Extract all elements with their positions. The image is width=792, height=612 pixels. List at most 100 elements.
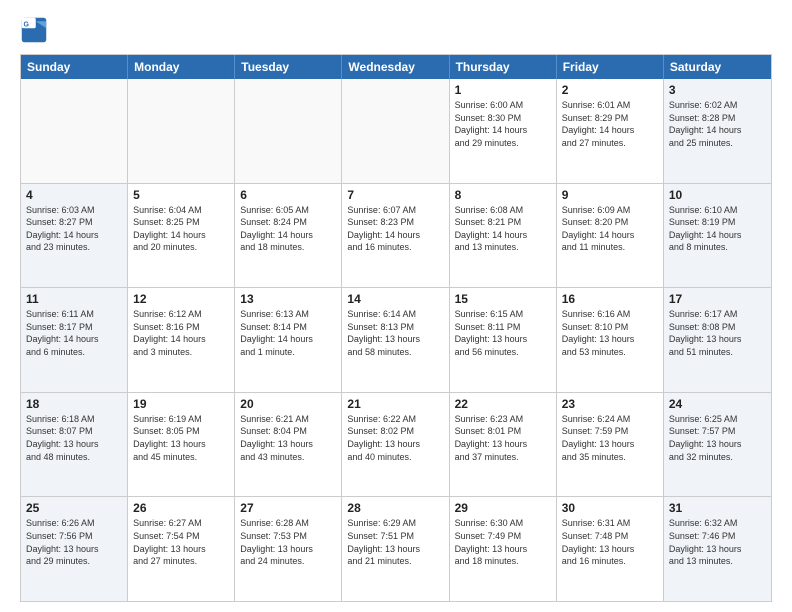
- day-info: Sunrise: 6:27 AM Sunset: 7:54 PM Dayligh…: [133, 517, 229, 567]
- day-cell-13: 13 Sunrise: 6:13 AM Sunset: 8:14 PM Dayli…: [235, 288, 342, 392]
- day-number: 13: [240, 292, 336, 306]
- day-info: Sunrise: 6:07 AM Sunset: 8:23 PM Dayligh…: [347, 204, 443, 254]
- day-number: 23: [562, 397, 658, 411]
- day-number: 4: [26, 188, 122, 202]
- day-info: Sunrise: 6:22 AM Sunset: 8:02 PM Dayligh…: [347, 413, 443, 463]
- day-cell-19: 19Sunrise: 6:19 AM Sunset: 8:05 PM Dayli…: [128, 393, 235, 497]
- day-info: Sunrise: 6:03 AM Sunset: 8:27 PM Dayligh…: [26, 204, 122, 254]
- day-number: 6: [240, 188, 336, 202]
- day-cell-20: 20 Sunrise: 6:21 AM Sunset: 8:04 PM Dayli…: [235, 393, 342, 497]
- day-number: 26: [133, 501, 229, 515]
- day-cell-23: 23Sunrise: 6:24 AM Sunset: 7:59 PM Dayli…: [557, 393, 664, 497]
- svg-text:G: G: [24, 22, 30, 29]
- day-cell-14: 14 Sunrise: 6:14 AM Sunset: 8:13 PM Dayli…: [342, 288, 449, 392]
- calendar-row-4: 25 Sunrise: 6:26 AM Sunset: 7:56 PM Dayli…: [21, 496, 771, 601]
- calendar: SundayMondayTuesdayWednesdayThursdayFrid…: [20, 54, 772, 602]
- day-info: Sunrise: 6:10 AM Sunset: 8:19 PM Dayligh…: [669, 204, 766, 254]
- day-cell-5: 5 Sunrise: 6:04 AM Sunset: 8:25 PM Daylig…: [128, 184, 235, 288]
- day-number: 22: [455, 397, 551, 411]
- day-cell-29: 29Sunrise: 6:30 AM Sunset: 7:49 PM Dayli…: [450, 497, 557, 601]
- empty-cell: [342, 79, 449, 183]
- day-cell-10: 10 Sunrise: 6:10 AM Sunset: 8:19 PM Dayli…: [664, 184, 771, 288]
- calendar-row-2: 11Sunrise: 6:11 AM Sunset: 8:17 PM Dayli…: [21, 287, 771, 392]
- day-cell-30: 30 Sunrise: 6:31 AM Sunset: 7:48 PM Dayli…: [557, 497, 664, 601]
- day-info: Sunrise: 6:18 AM Sunset: 8:07 PM Dayligh…: [26, 413, 122, 463]
- day-info: Sunrise: 6:21 AM Sunset: 8:04 PM Dayligh…: [240, 413, 336, 463]
- day-info: Sunrise: 6:11 AM Sunset: 8:17 PM Dayligh…: [26, 308, 122, 358]
- day-info: Sunrise: 6:28 AM Sunset: 7:53 PM Dayligh…: [240, 517, 336, 567]
- weekday-header-sunday: Sunday: [21, 55, 128, 79]
- day-number: 1: [455, 83, 551, 97]
- calendar-body: 1Sunrise: 6:00 AM Sunset: 8:30 PM Daylig…: [21, 79, 771, 601]
- day-info: Sunrise: 6:04 AM Sunset: 8:25 PM Dayligh…: [133, 204, 229, 254]
- day-number: 25: [26, 501, 122, 515]
- day-number: 8: [455, 188, 551, 202]
- day-cell-12: 12 Sunrise: 6:12 AM Sunset: 8:16 PM Dayli…: [128, 288, 235, 392]
- weekday-header-thursday: Thursday: [450, 55, 557, 79]
- calendar-row-1: 4 Sunrise: 6:03 AM Sunset: 8:27 PM Daylig…: [21, 183, 771, 288]
- day-cell-22: 22 Sunrise: 6:23 AM Sunset: 8:01 PM Dayli…: [450, 393, 557, 497]
- day-cell-6: 6 Sunrise: 6:05 AM Sunset: 8:24 PM Daylig…: [235, 184, 342, 288]
- day-cell-17: 17Sunrise: 6:17 AM Sunset: 8:08 PM Dayli…: [664, 288, 771, 392]
- day-cell-16: 16 Sunrise: 6:16 AM Sunset: 8:10 PM Dayli…: [557, 288, 664, 392]
- day-number: 27: [240, 501, 336, 515]
- page: G SundayMondayTuesdayWednesdayThursdayFr…: [0, 0, 792, 612]
- empty-cell: [21, 79, 128, 183]
- day-info: Sunrise: 6:14 AM Sunset: 8:13 PM Dayligh…: [347, 308, 443, 358]
- weekday-header-friday: Friday: [557, 55, 664, 79]
- calendar-row-3: 18 Sunrise: 6:18 AM Sunset: 8:07 PM Dayli…: [21, 392, 771, 497]
- day-info: Sunrise: 6:02 AM Sunset: 8:28 PM Dayligh…: [669, 99, 766, 149]
- day-info: Sunrise: 6:25 AM Sunset: 7:57 PM Dayligh…: [669, 413, 766, 463]
- day-cell-8: 8 Sunrise: 6:08 AM Sunset: 8:21 PM Daylig…: [450, 184, 557, 288]
- day-info: Sunrise: 6:09 AM Sunset: 8:20 PM Dayligh…: [562, 204, 658, 254]
- day-number: 18: [26, 397, 122, 411]
- day-cell-28: 28 Sunrise: 6:29 AM Sunset: 7:51 PM Dayli…: [342, 497, 449, 601]
- day-info: Sunrise: 6:31 AM Sunset: 7:48 PM Dayligh…: [562, 517, 658, 567]
- day-info: Sunrise: 6:23 AM Sunset: 8:01 PM Dayligh…: [455, 413, 551, 463]
- day-number: 16: [562, 292, 658, 306]
- calendar-row-0: 1Sunrise: 6:00 AM Sunset: 8:30 PM Daylig…: [21, 79, 771, 183]
- day-number: 9: [562, 188, 658, 202]
- day-cell-27: 27 Sunrise: 6:28 AM Sunset: 7:53 PM Dayli…: [235, 497, 342, 601]
- day-number: 15: [455, 292, 551, 306]
- empty-cell: [235, 79, 342, 183]
- day-cell-24: 24 Sunrise: 6:25 AM Sunset: 7:57 PM Dayli…: [664, 393, 771, 497]
- day-number: 2: [562, 83, 658, 97]
- day-number: 7: [347, 188, 443, 202]
- day-info: Sunrise: 6:19 AM Sunset: 8:05 PM Dayligh…: [133, 413, 229, 463]
- day-number: 28: [347, 501, 443, 515]
- day-info: Sunrise: 6:29 AM Sunset: 7:51 PM Dayligh…: [347, 517, 443, 567]
- day-cell-9: 9 Sunrise: 6:09 AM Sunset: 8:20 PM Daylig…: [557, 184, 664, 288]
- day-cell-1: 1Sunrise: 6:00 AM Sunset: 8:30 PM Daylig…: [450, 79, 557, 183]
- day-info: Sunrise: 6:13 AM Sunset: 8:14 PM Dayligh…: [240, 308, 336, 358]
- logo-icon: G: [20, 16, 48, 44]
- day-number: 24: [669, 397, 766, 411]
- weekday-header-tuesday: Tuesday: [235, 55, 342, 79]
- day-number: 20: [240, 397, 336, 411]
- day-cell-2: 2 Sunrise: 6:01 AM Sunset: 8:29 PM Daylig…: [557, 79, 664, 183]
- day-info: Sunrise: 6:15 AM Sunset: 8:11 PM Dayligh…: [455, 308, 551, 358]
- day-info: Sunrise: 6:12 AM Sunset: 8:16 PM Dayligh…: [133, 308, 229, 358]
- day-info: Sunrise: 6:01 AM Sunset: 8:29 PM Dayligh…: [562, 99, 658, 149]
- day-cell-4: 4 Sunrise: 6:03 AM Sunset: 8:27 PM Daylig…: [21, 184, 128, 288]
- weekday-header-monday: Monday: [128, 55, 235, 79]
- weekday-header-saturday: Saturday: [664, 55, 771, 79]
- weekday-header-wednesday: Wednesday: [342, 55, 449, 79]
- day-info: Sunrise: 6:26 AM Sunset: 7:56 PM Dayligh…: [26, 517, 122, 567]
- day-number: 10: [669, 188, 766, 202]
- calendar-header: SundayMondayTuesdayWednesdayThursdayFrid…: [21, 55, 771, 79]
- day-number: 5: [133, 188, 229, 202]
- day-number: 3: [669, 83, 766, 97]
- day-number: 14: [347, 292, 443, 306]
- day-info: Sunrise: 6:08 AM Sunset: 8:21 PM Dayligh…: [455, 204, 551, 254]
- day-number: 12: [133, 292, 229, 306]
- day-cell-15: 15 Sunrise: 6:15 AM Sunset: 8:11 PM Dayli…: [450, 288, 557, 392]
- day-info: Sunrise: 6:30 AM Sunset: 7:49 PM Dayligh…: [455, 517, 551, 567]
- day-number: 30: [562, 501, 658, 515]
- empty-cell: [128, 79, 235, 183]
- day-info: Sunrise: 6:16 AM Sunset: 8:10 PM Dayligh…: [562, 308, 658, 358]
- day-cell-21: 21Sunrise: 6:22 AM Sunset: 8:02 PM Dayli…: [342, 393, 449, 497]
- logo: G: [20, 16, 52, 44]
- day-cell-25: 25 Sunrise: 6:26 AM Sunset: 7:56 PM Dayli…: [21, 497, 128, 601]
- day-info: Sunrise: 6:05 AM Sunset: 8:24 PM Dayligh…: [240, 204, 336, 254]
